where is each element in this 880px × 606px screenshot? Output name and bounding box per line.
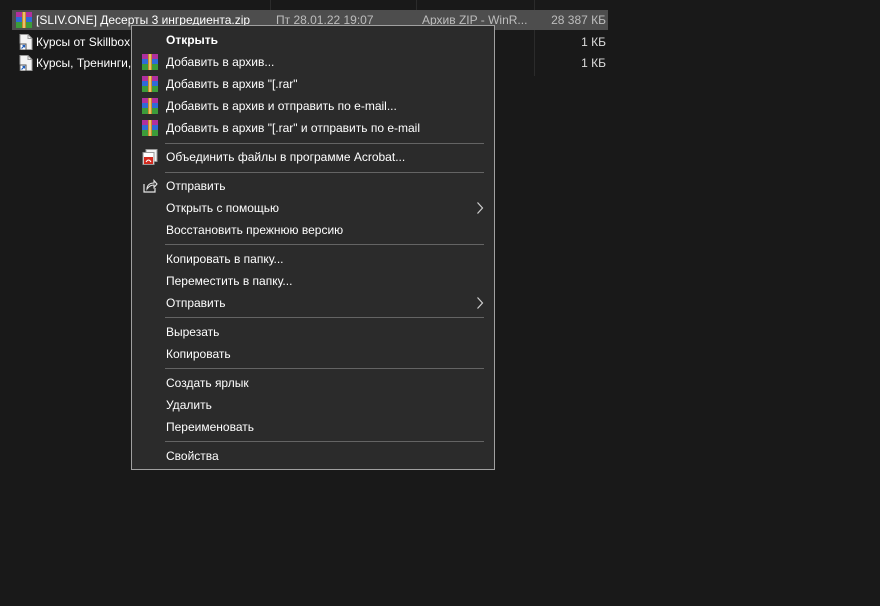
menu-separator: [165, 368, 484, 369]
menu-item-copy-to-folder[interactable]: Копировать в папку...: [134, 248, 492, 270]
explorer-window: [SLIV.ONE] Десерты 3 ингредиента.zip Пт …: [0, 0, 880, 606]
menu-item-label: Копировать: [166, 347, 231, 361]
internet-shortcut-icon: [19, 34, 33, 50]
winrar-icon: [142, 76, 158, 92]
menu-item-restore-previous[interactable]: Восстановить прежнюю версию: [134, 219, 492, 241]
menu-item-open-with[interactable]: Открыть с помощью: [134, 197, 492, 219]
menu-item-send-to[interactable]: Отправить: [134, 292, 492, 314]
menu-item-label: Удалить: [166, 398, 212, 412]
share-icon: [143, 179, 158, 193]
file-size: 1 КБ: [581, 35, 606, 49]
menu-item-open[interactable]: Открыть: [134, 29, 492, 51]
menu-separator: [165, 143, 484, 144]
menu-item-add-to-archive[interactable]: Добавить в архив...: [134, 51, 492, 73]
menu-item-rename[interactable]: Переименовать: [134, 416, 492, 438]
menu-item-label: Вырезать: [166, 325, 220, 339]
winrar-archive-icon: [16, 12, 32, 28]
menu-item-label: Отправить: [166, 179, 226, 193]
context-menu: Открыть Добавить в архив... Добавить в а…: [131, 25, 495, 470]
menu-item-label: Добавить в архив...: [166, 55, 275, 69]
menu-item-add-to-rar[interactable]: Добавить в архив "[.rar": [134, 73, 492, 95]
menu-separator: [165, 172, 484, 173]
file-size: 28 387 КБ: [551, 13, 606, 27]
menu-item-acrobat-combine[interactable]: Объединить файлы в программе Acrobat...: [134, 146, 492, 168]
menu-item-label: Копировать в папку...: [166, 252, 284, 266]
menu-item-create-shortcut[interactable]: Создать ярлык: [134, 372, 492, 394]
menu-item-label: Открыть: [166, 33, 219, 47]
winrar-icon: [142, 54, 158, 70]
menu-item-label: Добавить в архив "[.rar": [166, 77, 298, 91]
winrar-icon: [142, 120, 158, 136]
menu-item-label: Объединить файлы в программе Acrobat...: [166, 150, 406, 164]
menu-item-delete[interactable]: Удалить: [134, 394, 492, 416]
menu-item-add-to-archive-email[interactable]: Добавить в архив и отправить по e-mail..…: [134, 95, 492, 117]
menu-item-label: Переименовать: [166, 420, 254, 434]
menu-item-add-to-rar-email[interactable]: Добавить в архив "[.rar" и отправить по …: [134, 117, 492, 139]
acrobat-combine-icon: [142, 149, 158, 165]
menu-item-label: Открыть с помощью: [166, 201, 280, 215]
menu-item-label: Добавить в архив "[.rar" и отправить по …: [166, 121, 421, 135]
menu-item-label: Создать ярлык: [166, 376, 249, 390]
menu-separator: [165, 244, 484, 245]
chevron-right-icon: [477, 202, 484, 214]
menu-item-label: Добавить в архив и отправить по e-mail..…: [166, 99, 397, 113]
menu-item-label: Переместить в папку...: [166, 274, 293, 288]
menu-item-label: Свойства: [166, 449, 219, 463]
file-size: 1 КБ: [581, 56, 606, 70]
menu-item-label: Восстановить прежнюю версию: [166, 223, 344, 237]
menu-item-properties[interactable]: Свойства: [134, 445, 492, 467]
menu-separator: [165, 317, 484, 318]
menu-separator: [165, 441, 484, 442]
menu-item-copy[interactable]: Копировать: [134, 343, 492, 365]
menu-item-cut[interactable]: Вырезать: [134, 321, 492, 343]
menu-item-share[interactable]: Отправить: [134, 175, 492, 197]
chevron-right-icon: [477, 297, 484, 309]
menu-item-label: Отправить: [166, 296, 226, 310]
internet-shortcut-icon: [19, 55, 33, 71]
winrar-icon: [142, 98, 158, 114]
menu-item-move-to-folder[interactable]: Переместить в папку...: [134, 270, 492, 292]
